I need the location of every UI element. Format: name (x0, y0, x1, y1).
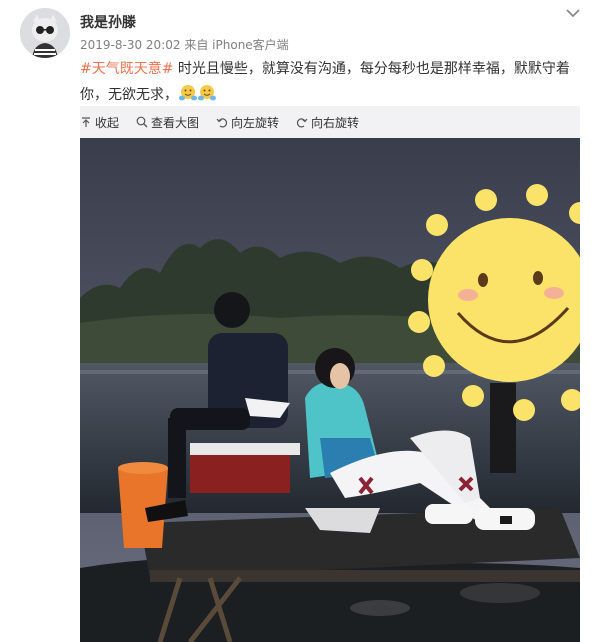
post-meta: 2019-8-30 20:02 来自 iPhone客户端 (80, 36, 289, 53)
rotate-left-icon (216, 118, 228, 128)
rotate-right-button[interactable]: 向右旋转 (296, 114, 359, 131)
avatar-image (20, 8, 70, 58)
collapse-label: 收起 (95, 115, 120, 130)
rotate-right-label: 向右旋转 (311, 115, 360, 130)
photo-image (80, 138, 580, 642)
rotate-left-button[interactable]: 向左旋转 (216, 114, 279, 131)
media-toolbar: 收起 查看大图 向左旋转 向右旋转 (80, 106, 580, 138)
collapse-button[interactable]: 收起 (80, 114, 119, 131)
post-text: #天气既天意# 时光且慢些，就算没有沟通，每分每秒也是那样幸福，默默守着你，无欲… (80, 56, 580, 111)
view-large-button[interactable]: 查看大图 (136, 114, 199, 131)
post-timestamp[interactable]: 2019-8-30 20:02 (80, 38, 181, 52)
topic-link[interactable]: #天气既天意# (80, 61, 173, 77)
source-prefix: 来自 (184, 38, 209, 52)
media-viewer: 收起 查看大图 向左旋转 向右旋转 (80, 106, 580, 642)
arrow-up-icon (82, 117, 90, 127)
post-photo[interactable] (80, 138, 580, 642)
username[interactable]: 我是孙滕 (80, 12, 136, 32)
view-large-label: 查看大图 (151, 115, 200, 130)
post-source[interactable]: iPhone客户端 (212, 38, 289, 52)
chevron-down-icon[interactable] (564, 6, 582, 20)
rotate-right-icon (297, 118, 308, 128)
rotate-left-label: 向左旋转 (231, 115, 280, 130)
magnifier-icon (136, 116, 148, 128)
avatar[interactable] (20, 8, 70, 58)
